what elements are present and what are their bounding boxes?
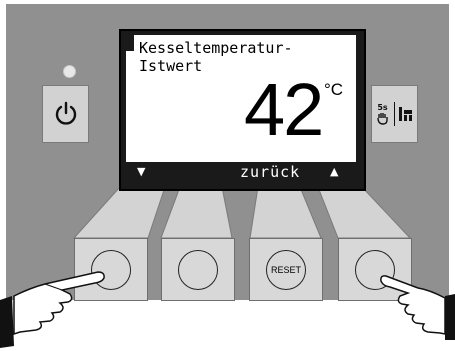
parameter-title-line1: Kesseltemperatur- bbox=[139, 39, 293, 57]
manual-timer-label: 5s bbox=[377, 102, 388, 112]
softkey-2-button[interactable] bbox=[161, 238, 235, 301]
hand-5s-icon bbox=[376, 112, 388, 125]
key-guide-3 bbox=[249, 186, 322, 239]
key-guide-1 bbox=[72, 186, 166, 239]
key-guide-4 bbox=[317, 186, 412, 239]
softkey-back-label: zurück bbox=[240, 163, 301, 181]
temperature-unit: °C bbox=[324, 80, 344, 99]
softkey-bar: ▼ zurück ▲ bbox=[126, 162, 356, 182]
reset-button[interactable]: RESET bbox=[249, 238, 323, 301]
softkey-up-icon: ▲ bbox=[330, 165, 339, 178]
manual-mode-button[interactable]: 5s bbox=[371, 85, 418, 143]
power-button[interactable] bbox=[42, 85, 89, 143]
right-hand-pointer-icon bbox=[380, 275, 455, 340]
chimney-sweep-icon bbox=[398, 107, 412, 121]
key-guide-2 bbox=[160, 186, 233, 239]
softkey-down-icon: ▼ bbox=[137, 165, 146, 178]
key-circle bbox=[178, 249, 218, 290]
scroll-indicator bbox=[126, 35, 134, 51]
left-hand-pointer-icon bbox=[0, 271, 105, 348]
reset-label: RESET bbox=[270, 264, 301, 275]
temperature-value: 42 bbox=[244, 68, 324, 151]
icon-divider bbox=[393, 102, 395, 126]
power-icon bbox=[55, 101, 76, 125]
key-circle: RESET bbox=[266, 249, 306, 290]
parameter-title-line2: Istwert bbox=[139, 57, 203, 75]
status-led bbox=[63, 65, 76, 78]
